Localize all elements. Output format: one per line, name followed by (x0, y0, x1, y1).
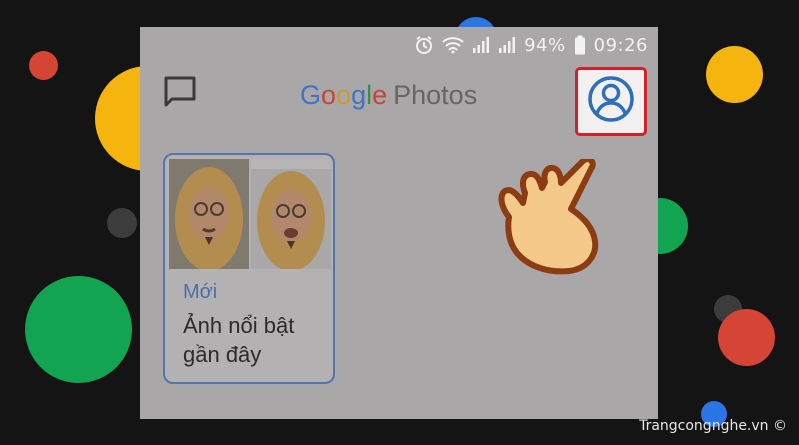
decor-dot-yellow (706, 46, 763, 103)
battery-percent: 94% (524, 34, 566, 56)
memory-thumbnail (169, 159, 249, 269)
alarm-icon (414, 35, 434, 55)
status-bar: 94% 09:26 (140, 27, 658, 63)
memory-card-title: Ảnh nổi bật gần đây (183, 313, 295, 367)
account-button[interactable] (575, 67, 647, 136)
phone-screen: 94% 09:26 Google Photos Mới Ảnh nổi bật … (140, 27, 658, 419)
battery-icon (574, 35, 586, 55)
watermark: Trangcongnghe.vn © (639, 418, 787, 434)
signal-icon (498, 36, 516, 54)
logo-letter: o (336, 80, 352, 110)
wifi-icon (442, 36, 464, 54)
decor-dot-red (29, 51, 58, 80)
signal-icon (472, 36, 490, 54)
logo-letter: g (351, 80, 367, 110)
chat-icon[interactable] (162, 75, 198, 109)
logo-letter: o (321, 80, 337, 110)
decor-dot-gray (107, 208, 137, 238)
google-photos-logo: Google Photos (300, 80, 477, 111)
logo-photos-text: Photos (393, 80, 478, 110)
memory-card-tag: Mới (183, 281, 218, 303)
logo-letter: e (372, 80, 388, 110)
decor-dot-green (25, 276, 132, 383)
pointing-hand-icon (485, 156, 620, 277)
decor-dot-red (718, 309, 775, 366)
memory-card[interactable]: Mới Ảnh nổi bật gần đây (163, 153, 335, 384)
logo-letter: G (300, 80, 322, 110)
account-circle-icon (586, 74, 636, 129)
clock: 09:26 (593, 34, 648, 56)
memory-thumbnail (251, 159, 331, 269)
